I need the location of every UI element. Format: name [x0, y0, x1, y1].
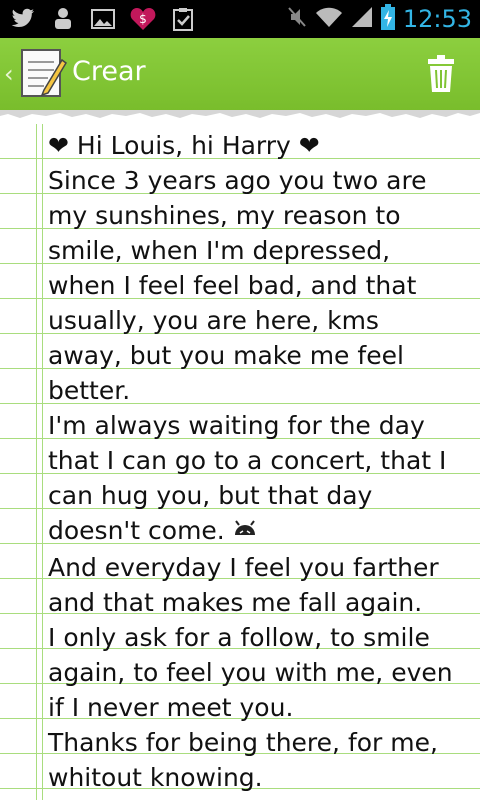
- note-line: that I can go to a concert, that I: [48, 446, 447, 475]
- broken-heart-dollar-icon: $: [130, 6, 156, 32]
- note-line: when I feel feel bad, and that: [48, 271, 417, 300]
- note-line: ❤ Hi Louis, hi Harry ❤: [48, 131, 320, 160]
- gallery-icon: [90, 6, 116, 32]
- sad-android-icon: [233, 515, 257, 550]
- mute-icon: [287, 5, 307, 33]
- notification-icons[interactable]: $: [10, 6, 196, 32]
- note-line-text: doesn't come.: [48, 516, 233, 545]
- page-title: Crear: [72, 56, 146, 87]
- trash-icon[interactable]: [426, 54, 456, 94]
- system-icons: 12:53: [287, 4, 472, 34]
- note-line: again, to feel you with me, even: [48, 657, 453, 687]
- note-line: whitout knowing.: [48, 762, 263, 792]
- battery-charging-icon: [380, 4, 395, 34]
- note-line: my sunshines, my reason to: [48, 201, 401, 230]
- note-line: smile, when I'm depressed,: [48, 236, 391, 265]
- clock: 12:53: [402, 5, 472, 33]
- note-line: away, but you make me feel: [48, 341, 404, 370]
- twitter-icon: [10, 6, 36, 32]
- note-line: and that makes me fall again.: [48, 587, 423, 617]
- paper-tear-edge: [0, 110, 480, 124]
- note-line: if I never meet you.: [48, 692, 294, 722]
- note-line: And everyday I feel you farther: [48, 552, 439, 582]
- svg-text:$: $: [139, 12, 147, 26]
- note-line: doesn't come.: [48, 513, 473, 550]
- note-line: better.: [48, 376, 131, 405]
- notepad-icon[interactable]: [18, 46, 68, 100]
- note-line: I'm always waiting for the day: [48, 411, 425, 440]
- chevron-left-icon[interactable]: ‹: [4, 60, 14, 88]
- clipboard-check-icon: [170, 6, 196, 32]
- note-line: Since 3 years ago you two are: [48, 166, 427, 195]
- signal-icon: [351, 5, 373, 33]
- status-bar: $ 12:53: [0, 0, 480, 38]
- action-bar: ‹ Crear: [0, 38, 480, 110]
- wifi-icon: [315, 5, 343, 33]
- note-editor[interactable]: ❤ Hi Louis, hi Harry ❤ Since 3 years ago…: [48, 128, 473, 795]
- margin-line: [42, 124, 43, 800]
- note-line: usually, you are here, kms: [48, 306, 379, 335]
- note-line: I only ask for a follow, to smile: [48, 622, 430, 652]
- note-line: can hug you, but that day: [48, 478, 473, 513]
- tumblr-icon: [50, 6, 76, 32]
- margin-line: [36, 124, 37, 800]
- note-line: Thanks for being there, for me,: [48, 727, 438, 757]
- note-line-text: can hug you, but that day: [48, 481, 373, 510]
